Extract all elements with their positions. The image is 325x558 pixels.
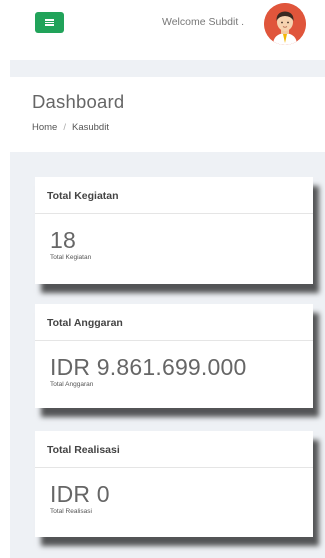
stat-card-total-kegiatan: Total Kegiatan 18 Total Kegiatan xyxy=(35,177,313,284)
card-subtitle: Total Anggaran xyxy=(50,381,94,388)
card-header: Total Anggaran xyxy=(35,304,313,341)
menu-toggle-button[interactable] xyxy=(35,12,64,33)
card-subtitle: Total Realisasi xyxy=(50,508,92,515)
user-avatar-icon[interactable] xyxy=(264,3,306,45)
breadcrumb: Home / Kasubdit xyxy=(32,122,109,133)
top-bar: Welcome Subdit . xyxy=(0,0,325,60)
welcome-text: Welcome Subdit . xyxy=(162,16,245,28)
card-header: Total Realisasi xyxy=(35,431,313,468)
breadcrumb-current: Kasubdit xyxy=(71,122,109,133)
breadcrumb-separator: / xyxy=(63,122,66,133)
stat-card-total-realisasi: Total Realisasi IDR 0 Total Realisasi xyxy=(35,431,313,537)
hamburger-icon xyxy=(45,19,54,26)
card-header: Total Kegiatan xyxy=(35,177,313,214)
card-value: IDR 0 xyxy=(50,481,110,507)
stat-card-total-anggaran: Total Anggaran IDR 9.861.699.000 Total A… xyxy=(35,304,313,408)
card-subtitle: Total Kegiatan xyxy=(50,254,92,261)
header-divider xyxy=(10,60,325,77)
breadcrumb-home-link[interactable]: Home xyxy=(32,122,57,133)
card-value: 18 xyxy=(50,227,76,253)
page-title: Dashboard xyxy=(32,91,125,112)
card-value: IDR 9.861.699.000 xyxy=(50,354,247,380)
